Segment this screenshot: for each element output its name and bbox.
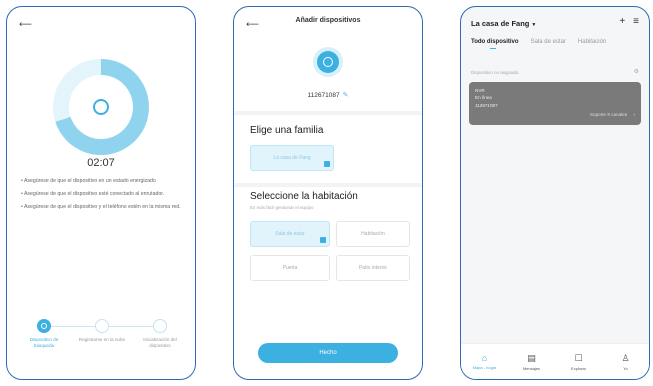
tip-item: • Asegúrese de que el dispositivo y el t…	[21, 204, 181, 211]
tabbar-explore[interactable]: ☐ Explorar	[559, 353, 599, 371]
edit-icon[interactable]: ✎	[343, 92, 349, 99]
header-actions: + ≡	[611, 16, 639, 27]
countdown-timer: 02:07	[87, 157, 115, 169]
room-subtitle: Es más fácil gestionar el equipo	[250, 205, 314, 210]
power-icon	[153, 319, 167, 333]
step-initialize: Inicialización del dispositivo	[135, 319, 185, 349]
cloud-icon	[95, 319, 109, 333]
phone-screen-searching: 02:07 • Asegúrese de que el dispositivo …	[6, 6, 196, 380]
search-icon	[93, 99, 109, 115]
family-heading: Elige una familia	[250, 125, 324, 136]
device-id: 112671087 ✎	[234, 91, 422, 99]
step-label: Registrarse en la nube	[78, 337, 126, 342]
room-chip-patio[interactable]: Patio interior	[336, 255, 410, 281]
home-selector[interactable]: La casa de Fang ▼	[471, 19, 536, 28]
bottom-tabbar: ⌂ Mapa - hogar ▤ Mensajes ☐ Explorar ♙ Yo	[461, 343, 649, 379]
user-icon: ♙	[621, 352, 630, 363]
add-icon[interactable]: +	[619, 16, 625, 27]
tab-all-devices[interactable]: Todo dispositivo	[471, 39, 519, 49]
section-label: Dispositivo no asignado	[471, 70, 519, 75]
home-title: La casa de Fang	[471, 19, 530, 28]
tabbar-label: Mapa - hogar	[472, 365, 497, 370]
tip-item: • Asegúrese de que el dispositivo en un …	[21, 178, 156, 184]
divider	[234, 183, 422, 187]
tips-list: • Asegúrese de que el dispositivo en un …	[21, 177, 181, 216]
step-label: Dispositivo de búsqueda	[29, 337, 59, 348]
tip-item: • Asegúrese de que el dispositivo esté c…	[21, 191, 165, 198]
explore-icon: ☐	[574, 352, 583, 363]
progress-steps: Dispositivo de búsqueda Registrarse en l…	[19, 319, 183, 359]
step-cloud-register: Registrarse en la nube	[77, 319, 127, 343]
phone-screen-add-device: Añadir dispositivos 112671087✎ Elige una…	[233, 6, 423, 380]
step-search-device: Dispositivo de búsqueda	[19, 319, 69, 349]
tabbar-home[interactable]: ⌂ Mapa - hogar	[465, 353, 505, 370]
device-card[interactable]: NVR En línea 112671087 Soporte 8 canales…	[469, 82, 641, 125]
home-icon: ⌂	[481, 353, 488, 363]
tabbar-label: Mensajes	[522, 365, 541, 371]
room-tabs: Todo dispositivo Sala de estar Habitació…	[471, 39, 645, 49]
gear-icon[interactable]: ⚙	[634, 68, 639, 75]
tabbar-label: Explorar	[571, 365, 586, 371]
caret-down-icon: ▼	[531, 22, 537, 28]
tab-bedroom[interactable]: Habitación	[578, 39, 606, 45]
tab-living-room[interactable]: Sala de estar	[531, 39, 566, 45]
device-card-id: 112671087	[475, 102, 498, 108]
back-arrow-icon[interactable]	[19, 19, 32, 30]
device-support: Soporte 8 canales	[589, 112, 627, 117]
done-button[interactable]: Hecho	[258, 343, 398, 363]
message-icon: ▤	[527, 352, 536, 363]
room-chip-living[interactable]: Sala de estar	[250, 221, 330, 247]
family-chip[interactable]: La casa de Fang	[250, 145, 334, 171]
device-icon	[317, 51, 339, 73]
room-chip-door[interactable]: Puerta	[250, 255, 330, 281]
device-name: NVR	[475, 88, 485, 93]
tabbar-messages[interactable]: ▤ Mensajes	[512, 353, 552, 371]
search-step-icon	[37, 319, 51, 333]
tabbar-me[interactable]: ♙ Yo	[606, 353, 646, 371]
device-status: En línea	[475, 95, 492, 101]
room-heading: Seleccione la habitación	[250, 191, 358, 202]
room-chip-bedroom[interactable]: Habitación	[336, 221, 410, 247]
step-label: Inicialización del dispositivo	[143, 337, 177, 348]
progress-ring	[53, 59, 149, 155]
device-id-text: 112671087	[307, 92, 340, 99]
menu-icon[interactable]: ≡	[633, 16, 639, 27]
phone-screen-home: La casa de Fang ▼ + ≡ Todo dispositivo Sal…	[460, 6, 650, 380]
tabbar-label: Yo	[623, 365, 628, 371]
divider	[234, 111, 422, 115]
page-title: Añadir dispositivos	[295, 17, 361, 24]
chevron-right-icon: ›	[633, 112, 635, 117]
